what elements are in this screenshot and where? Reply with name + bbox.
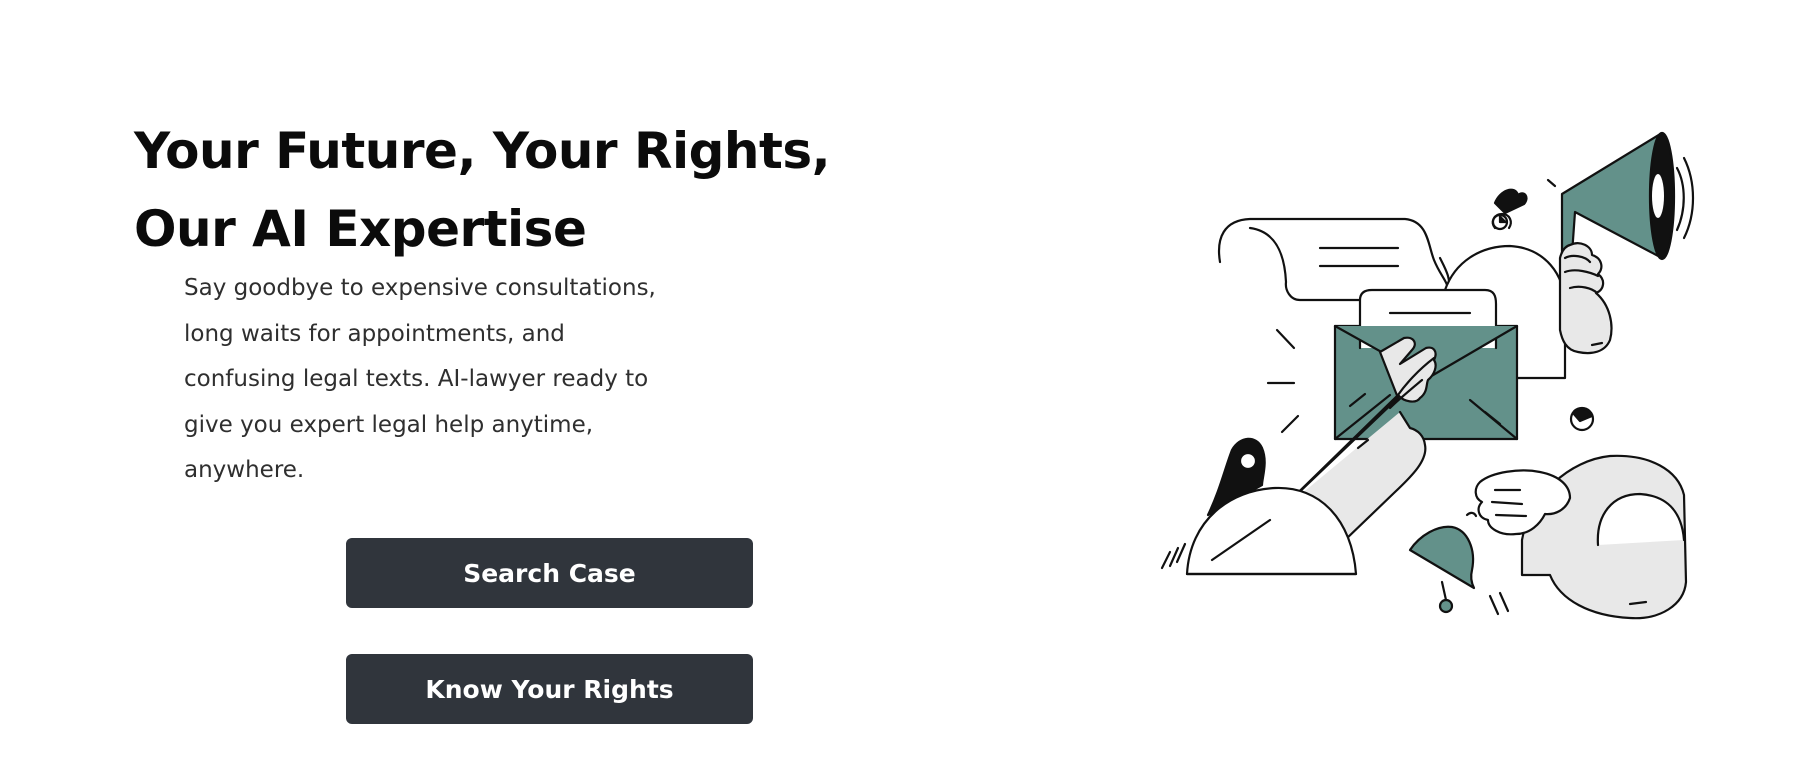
know-your-rights-button[interactable]: Know Your Rights xyxy=(346,654,753,724)
search-case-button[interactable]: Search Case xyxy=(346,538,753,608)
person-figure xyxy=(1474,454,1688,620)
hero-description-line: long waits for appointments, and xyxy=(184,320,565,347)
heart-icon xyxy=(1491,188,1528,231)
location-pin-icon xyxy=(1160,437,1358,576)
motion-lines xyxy=(1266,328,1300,434)
hero-description-line: confusing legal texts. AI-lawyer ready t… xyxy=(184,366,649,392)
hero-title-line-1: Your Future, Your Rights, xyxy=(134,122,831,180)
hero-description: Say goodbye to expensive consultations, … xyxy=(184,266,744,494)
hero-title: Your Future, Your Rights, Our AI Experti… xyxy=(134,112,831,268)
megaphone-icon xyxy=(1546,131,1695,261)
legal-help-illustration xyxy=(1160,131,1695,620)
scroll-letter-icon xyxy=(1218,217,1451,302)
hero-description-line: Say goodbye to expensive consultations, xyxy=(184,275,656,301)
hero-description-line: anywhere. xyxy=(184,457,305,483)
hero-description-line: give you expert legal help anytime, xyxy=(184,411,594,438)
hand-holding-megaphone-icon xyxy=(1558,242,1613,355)
hero-title-line-2: Our AI Expertise xyxy=(134,200,587,258)
dot-icon xyxy=(1569,406,1595,432)
